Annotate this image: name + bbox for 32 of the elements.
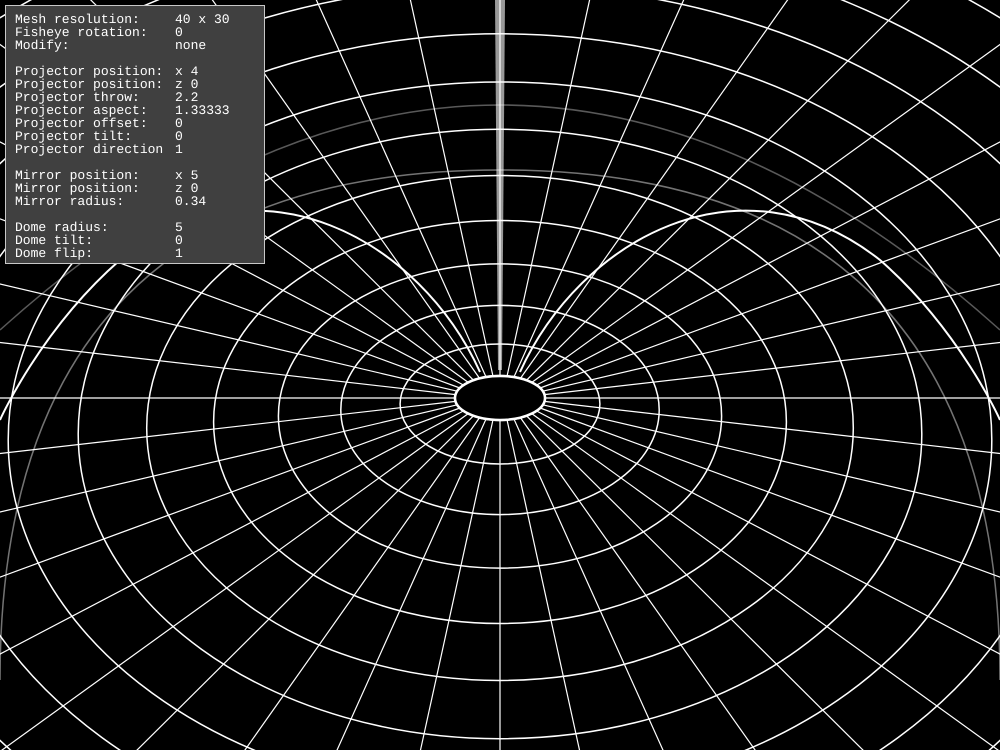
parameter-value: 1.33333: [175, 104, 230, 117]
parameter-value: z 0: [175, 78, 198, 91]
parameter-label: Dome radius:: [15, 221, 110, 234]
parameter-label: Projector tilt:: [15, 130, 132, 143]
parameter-label: Fisheye rotation:: [15, 26, 149, 39]
parameter-value: 0.34: [175, 195, 206, 208]
parameter-label: Dome tilt:: [15, 234, 94, 247]
parameter-value: 1: [175, 247, 183, 260]
parameter-label: Projector throw:: [15, 91, 140, 104]
parameter-value: x 5: [175, 169, 198, 182]
parameter-value: 0: [175, 26, 183, 39]
parameter-label: Projector position:: [15, 65, 164, 78]
parameter-value: 0: [175, 234, 183, 247]
parameter-label: Mirror position:: [15, 182, 141, 195]
parameter-value: 40 x 30: [175, 13, 230, 26]
parameter-value: x 4: [175, 65, 198, 78]
parameter-label: Mesh resolution:: [15, 13, 140, 26]
parameter-value: 0: [175, 130, 183, 143]
parameter-label: Projector position:: [15, 78, 164, 91]
parameter-label: Projector direction: [15, 143, 164, 156]
parameter-value: 0: [175, 117, 183, 130]
parameter-value: 2.2: [175, 91, 198, 104]
parameter-value: 1: [175, 143, 183, 156]
parameter-value: none: [175, 39, 206, 52]
parameter-label: Modify:: [15, 39, 71, 52]
parameter-label: Mirror radius:: [15, 195, 124, 208]
parameter-label: Dome flip:: [15, 247, 94, 260]
parameter-value: z 0: [175, 182, 198, 195]
parameter-label: Projector aspect:: [15, 104, 149, 117]
parameter-value: 5: [175, 221, 183, 234]
parameter-label: Projector offset:: [15, 117, 149, 130]
parameter-label: Mirror position:: [15, 169, 141, 182]
